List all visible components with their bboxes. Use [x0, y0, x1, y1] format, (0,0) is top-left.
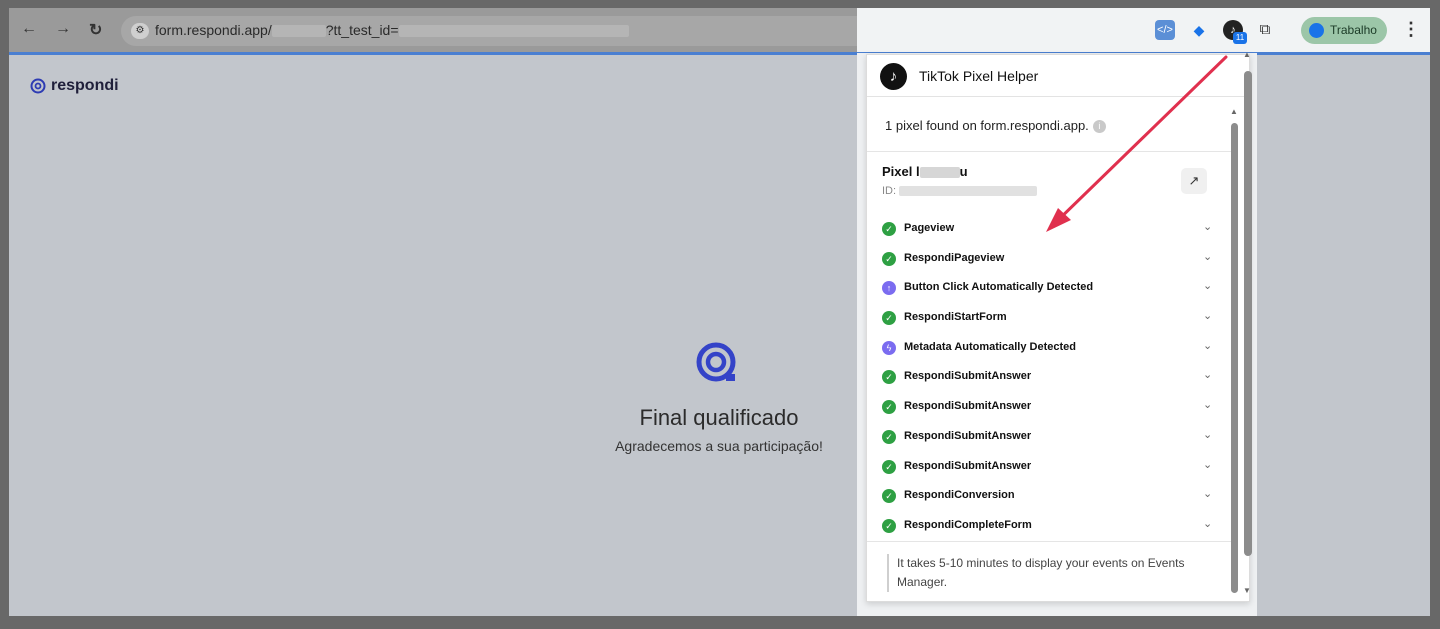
final-subtitle: Agradecemos a sua participação! — [615, 438, 823, 454]
info-icon[interactable]: i — [1092, 120, 1106, 134]
event-label: RespondiStartForm — [904, 311, 1007, 324]
forward-icon[interactable]: → — [55, 20, 71, 38]
pixels-found-text: 1 pixel found on form.respondi.app. i — [885, 118, 1106, 134]
profile-label: Trabalho — [1330, 23, 1377, 37]
chevron-down-icon[interactable]: ⌄ — [1203, 398, 1212, 411]
outer-scroll-down-icon[interactable]: ▼ — [1243, 586, 1251, 595]
tiktok-logo-icon: ♪ — [880, 63, 907, 90]
address-url[interactable]: form.respondi.app/ ?tt_test_id= — [155, 22, 629, 38]
check-circle-icon: ✓ — [882, 311, 896, 326]
back-icon[interactable]: ← — [21, 20, 37, 38]
check-circle-icon: ✓ — [882, 222, 896, 236]
event-label: RespondiSubmitAnswer — [904, 370, 1032, 383]
check-circle-icon: ✓ — [882, 459, 896, 474]
event-row[interactable]: ✓ RespondiSubmitAnswer ⌄ — [882, 423, 1212, 453]
event-row[interactable]: ↑ Button Click Automatically Detected ⌄ — [882, 274, 1212, 304]
event-list: ✓ Pageview ⌄ ✓ RespondiPageview ⌄ ↑ Button Clic… — [882, 215, 1212, 542]
browser-window: ← → ↻ ⚙ form.respondi.app/?tt_test_id= ☆… — [9, 8, 1430, 616]
outer-scroll-up-icon[interactable]: ▲ — [1243, 50, 1251, 59]
chevron-down-icon[interactable]: ⌄ — [1203, 309, 1212, 322]
event-row[interactable]: ✓ RespondiSubmitAnswer ⌄ — [882, 393, 1212, 423]
pixel-id-label: ID: — [882, 185, 897, 197]
event-label: RespondiSubmitAnswer — [904, 429, 1032, 442]
event-label: RespondiSubmitAnswer — [904, 459, 1032, 472]
auto-click-icon: ↑ — [882, 281, 896, 296]
event-label: RespondiConversion — [904, 489, 1015, 502]
site-settings-icon[interactable]: ⚙ — [131, 23, 149, 39]
pixel-name-prefix: Pixel l — [882, 164, 920, 179]
lightning-icon: ϟ — [882, 340, 896, 355]
url-host: form.respondi.app/ — [155, 22, 272, 38]
tag-extension-icon[interactable]: ◆ — [1189, 20, 1209, 40]
check-circle-icon: ✓ — [882, 489, 896, 504]
profile-button[interactable]: Trabalho — [1301, 17, 1387, 44]
browser-menu-icon[interactable]: ⋮ — [1402, 19, 1420, 40]
redacted-pixel-name — [919, 167, 960, 179]
chevron-down-icon[interactable]: ⌄ — [1203, 487, 1212, 500]
redacted-path — [271, 25, 326, 38]
popup-header: ♪ TikTok Pixel Helper — [867, 55, 1249, 97]
browser-toolbar: ← → ↻ ⚙ form.respondi.app/?tt_test_id= ☆… — [9, 8, 1430, 53]
respondi-spiral-icon — [696, 342, 736, 382]
final-title: Final qualificado — [639, 405, 799, 430]
pixels-found-label: 1 pixel found on form.respondi.app. — [885, 118, 1089, 133]
event-row[interactable]: ✓ Pageview ⌄ — [882, 215, 1212, 245]
popup-title: TikTok Pixel Helper — [919, 68, 1039, 84]
chevron-down-icon[interactable]: ⌄ — [1203, 428, 1212, 441]
check-circle-icon: ✓ — [882, 429, 896, 444]
event-row[interactable]: ✓ RespondiConversion ⌄ — [882, 482, 1212, 512]
event-label: RespondiPageview — [904, 251, 1005, 264]
outer-scrollbar[interactable] — [1244, 71, 1252, 556]
event-row[interactable]: ✓ RespondiCompleteForm ⌄ — [882, 512, 1212, 542]
chevron-down-icon[interactable]: ⌄ — [1203, 220, 1212, 233]
check-circle-icon: ✓ — [882, 400, 896, 415]
event-row[interactable]: ✓ RespondiSubmitAnswer ⌄ — [882, 363, 1212, 393]
brand-name: respondi — [51, 77, 119, 94]
chevron-down-icon[interactable]: ⌄ — [1203, 368, 1212, 381]
pixel-id: ID: — [882, 185, 1038, 197]
event-label: Button Click Automatically Detected — [904, 281, 1094, 294]
dev-tools-extension-icon[interactable]: </> — [1155, 20, 1175, 40]
event-label: RespondiSubmitAnswer — [904, 400, 1032, 413]
pixel-name: Pixel l u — [882, 164, 968, 179]
open-external-icon[interactable]: ↗ — [1181, 168, 1207, 194]
event-label: Metadata Automatically Detected — [904, 340, 1076, 353]
event-row[interactable]: ϟ Metadata Automatically Detected ⌄ — [882, 334, 1212, 364]
reload-icon[interactable]: ↻ — [89, 20, 102, 40]
check-circle-icon: ✓ — [882, 370, 896, 385]
profile-avatar-icon — [1309, 23, 1324, 38]
chevron-down-icon[interactable]: ⌄ — [1203, 279, 1212, 292]
pixel-name-suffix: u — [959, 164, 968, 179]
delay-note: It takes 5-10 minutes to display your ev… — [887, 554, 1187, 592]
divider — [867, 151, 1237, 152]
divider — [867, 541, 1237, 542]
event-label: Pageview — [904, 222, 955, 234]
extensions-puzzle-icon[interactable]: ⧉ — [1255, 20, 1275, 40]
chevron-down-icon[interactable]: ⌄ — [1203, 458, 1212, 471]
check-circle-icon: ✓ — [882, 251, 896, 266]
event-row[interactable]: ✓ RespondiStartForm ⌄ — [882, 304, 1212, 334]
screenshot-frame: ← → ↻ ⚙ form.respondi.app/?tt_test_id= ☆… — [0, 0, 1440, 629]
redacted-pixel-id — [899, 186, 1038, 197]
chevron-down-icon[interactable]: ⌄ — [1203, 339, 1212, 352]
chevron-down-icon[interactable]: ⌄ — [1203, 517, 1212, 530]
extension-badge: 11 — [1233, 32, 1247, 44]
url-query: ?tt_test_id= — [325, 22, 399, 38]
tiktok-pixel-helper-popup: ♪ TikTok Pixel Helper 1 pixel found on f… — [866, 54, 1250, 602]
redacted-query — [398, 25, 629, 38]
inner-scrollbar[interactable] — [1231, 123, 1238, 593]
scroll-up-icon[interactable]: ▲ — [1230, 107, 1238, 116]
respondi-logo-icon — [30, 78, 46, 94]
event-row[interactable]: ✓ RespondiPageview ⌄ — [882, 245, 1212, 275]
event-label: RespondiCompleteForm — [904, 518, 1032, 531]
event-row[interactable]: ✓ RespondiSubmitAnswer ⌄ — [882, 453, 1212, 483]
check-circle-icon: ✓ — [882, 518, 896, 533]
chevron-down-icon[interactable]: ⌄ — [1203, 250, 1212, 263]
